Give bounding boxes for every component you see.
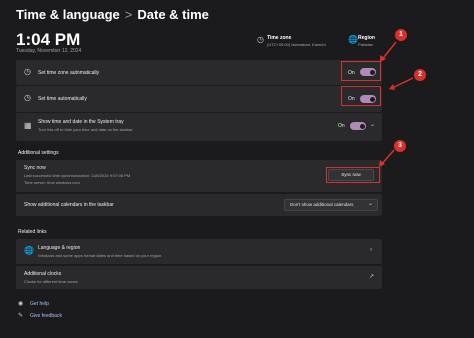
annotation-badge-2: 2 — [414, 69, 426, 81]
annotation-arrows — [379, 41, 414, 167]
annotation-badge-3: 3 — [394, 140, 406, 152]
annotation-badge-1: 1 — [395, 29, 407, 41]
